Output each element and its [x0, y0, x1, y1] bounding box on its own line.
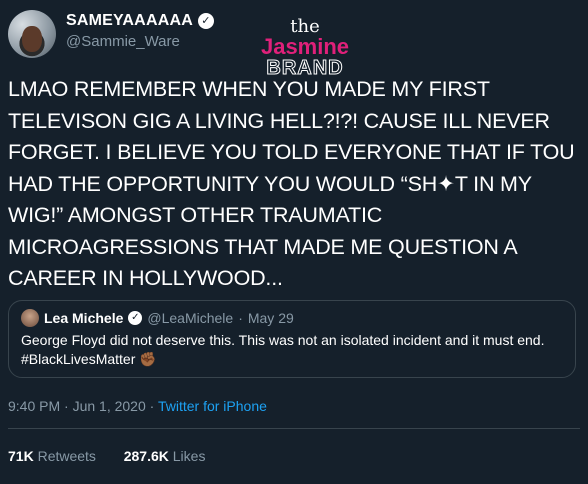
watermark-logo: the Jasmine BRAND: [250, 18, 360, 79]
tweet-metadata: 9:40 PM · Jun 1, 2020 · Twitter for iPho…: [8, 398, 267, 414]
divider: [8, 428, 580, 429]
engagement-stats: 71K Retweets 287.6K Likes: [8, 448, 205, 464]
quoted-author-name: Lea Michele: [44, 310, 124, 326]
avatar-face: [22, 26, 42, 52]
retweets-label: Retweets: [37, 448, 96, 464]
likes-label: Likes: [172, 448, 206, 464]
tweet-source-link[interactable]: Twitter for iPhone: [158, 398, 267, 414]
retweets-stat[interactable]: 71K Retweets: [8, 448, 100, 464]
tweet-card: SAMEYAAAAAA ✓ @Sammie_Ware the Jasmine B…: [0, 0, 588, 484]
author-name-row[interactable]: SAMEYAAAAAA ✓: [66, 12, 214, 30]
quoted-separator: ·: [238, 310, 243, 326]
quoted-tweet-text: George Floyd did not deserve this. This …: [21, 332, 545, 367]
author-handle[interactable]: @Sammie_Ware: [66, 33, 214, 50]
quoted-author-avatar: [21, 309, 39, 327]
likes-count: 287.6K: [123, 448, 169, 464]
author-info: SAMEYAAAAAA ✓ @Sammie_Ware: [66, 12, 214, 50]
tweet-text: LMAO REMEMBER WHEN YOU MADE MY FIRST TEL…: [8, 77, 575, 290]
quoted-verified-badge-icon: ✓: [128, 311, 143, 325]
tweet-timestamp[interactable]: 9:40 PM · Jun 1, 2020 ·: [8, 398, 158, 414]
quoted-date: May 29: [247, 310, 294, 326]
quoted-tweet-header: Lea Michele ✓ @LeaMichele · May 29: [21, 309, 563, 327]
author-avatar[interactable]: [8, 10, 56, 58]
quoted-tweet[interactable]: Lea Michele ✓ @LeaMichele · May 29 Georg…: [8, 300, 576, 378]
verified-badge-icon: ✓: [197, 13, 214, 29]
quoted-author-handle: @LeaMichele: [147, 310, 234, 326]
retweets-count: 71K: [8, 448, 34, 464]
watermark-line2: Jasmine: [260, 34, 350, 59]
author-display-name[interactable]: SAMEYAAAAAA: [66, 12, 193, 30]
likes-stat[interactable]: 287.6K Likes: [124, 448, 206, 464]
